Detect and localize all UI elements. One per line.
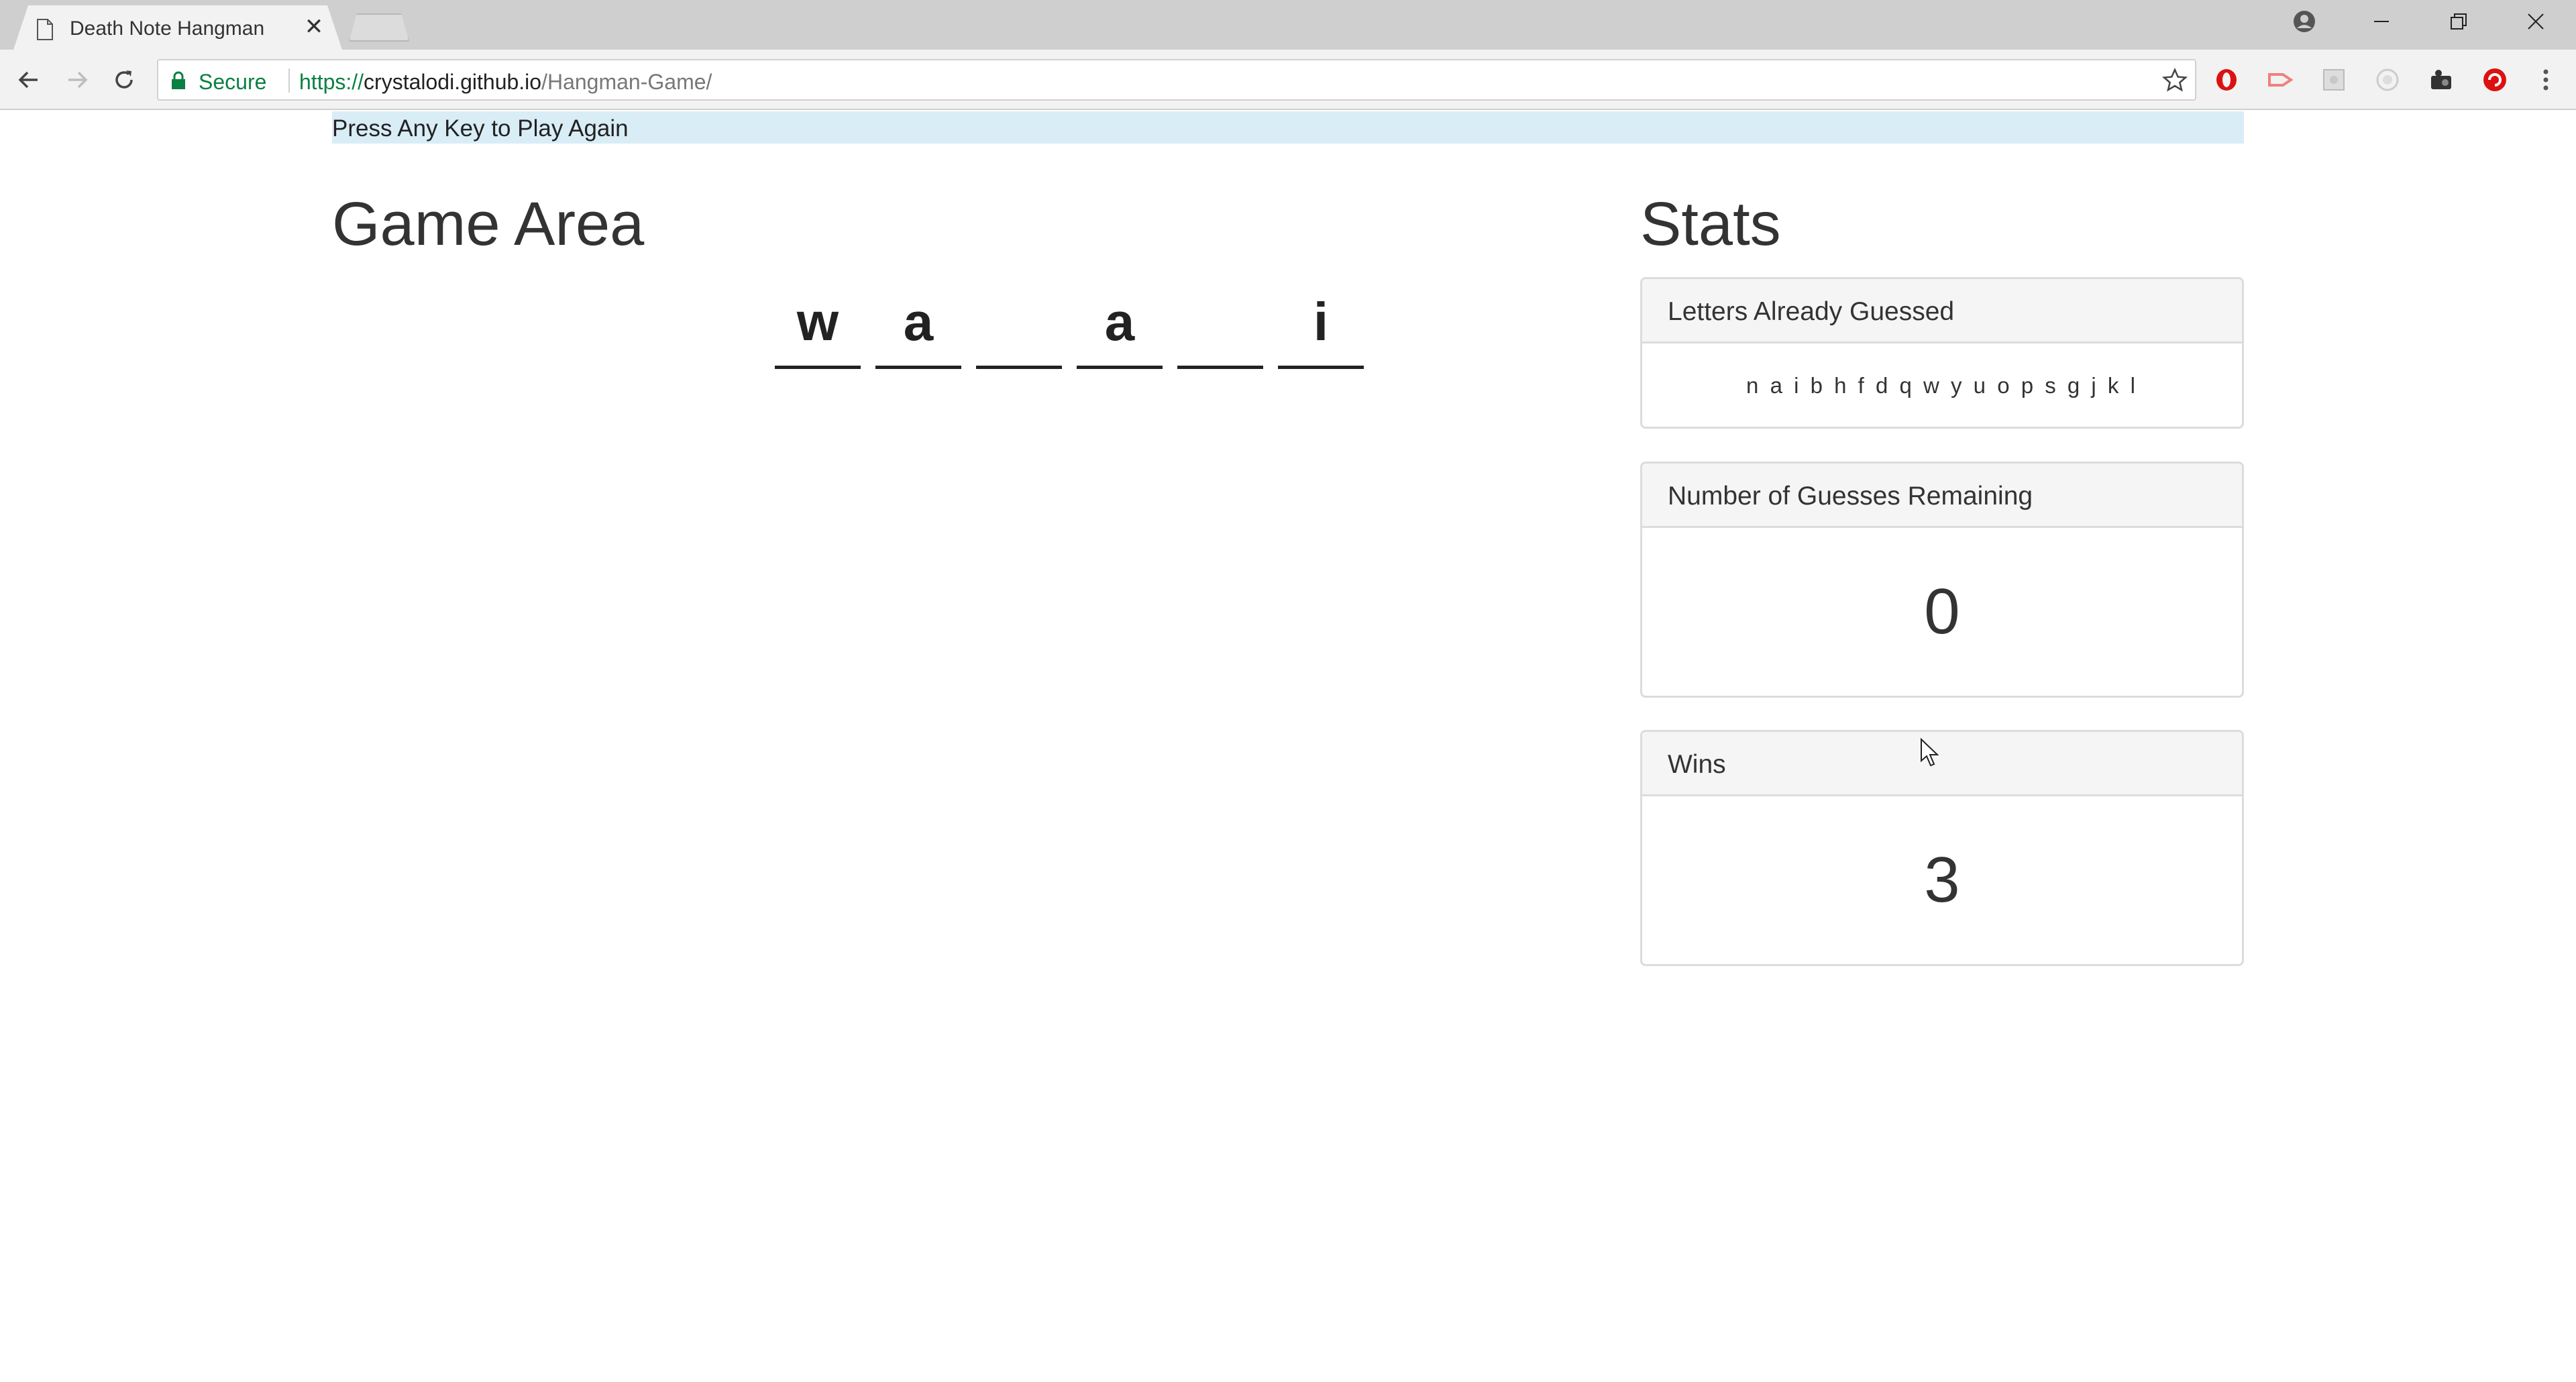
url-path: /Hangman-Game/ — [541, 70, 712, 94]
panel-body: n a i b h f d q w y u o p s g j k l — [1642, 343, 2242, 427]
panel-body: 0 — [1642, 528, 2242, 696]
opera-icon[interactable] — [2210, 63, 2243, 97]
tab-title: Death Note Hangman — [70, 17, 265, 40]
letter-slot: a — [875, 282, 961, 369]
lock-icon — [172, 71, 185, 89]
back-arrow-icon[interactable] — [13, 64, 44, 95]
game-area-heading: Game Area — [332, 190, 645, 258]
letter-slot-text: a — [903, 292, 934, 352]
forward-arrow-icon[interactable] — [62, 64, 93, 95]
letter-slot: a — [1077, 282, 1163, 369]
panel-heading: Number of Guesses Remaining — [1642, 464, 2242, 528]
letter-slot-text: w — [796, 292, 839, 352]
wins-value: 3 — [1924, 844, 1960, 916]
alert-text: Press Any Key to Play Again — [332, 115, 629, 142]
letter-slot: i — [1278, 282, 1364, 369]
restore-icon[interactable] — [2422, 0, 2496, 43]
letter-slot — [1177, 282, 1263, 369]
wins-panel: Wins 3 — [1640, 730, 2244, 966]
word-display: w a a i — [775, 282, 1365, 369]
browser-tab-bar: Death Note Hangman ✕ — [0, 0, 2576, 50]
letter-slot-text: i — [1313, 292, 1329, 352]
letter-slot — [976, 282, 1062, 369]
document-icon — [37, 19, 53, 40]
stats-heading: Stats — [1640, 190, 1781, 258]
url-host: crystalodi.github.io — [364, 70, 542, 94]
play-again-alert: Press Any Key to Play Again — [332, 111, 2244, 144]
browser-toolbar: Secure https://crystalodi.github.io/Hang… — [0, 50, 2576, 110]
panel-heading: Letters Already Guessed — [1642, 279, 2242, 343]
panel-body: 3 — [1642, 796, 2242, 964]
cast-icon[interactable] — [2263, 63, 2297, 97]
wins-title: Wins — [1668, 750, 1726, 779]
secure-label: Secure — [199, 70, 267, 94]
guesses-remaining-panel: Number of Guesses Remaining 0 — [1640, 462, 2244, 698]
window-close-icon[interactable] — [2499, 0, 2573, 43]
letter-slot: w — [775, 282, 861, 369]
guessed-letters: n a i b h f d q w y u o p s g j k l — [1746, 373, 2138, 398]
guesses-remaining-title: Number of Guesses Remaining — [1668, 482, 2033, 511]
puzzle-icon[interactable] — [2317, 63, 2351, 97]
reader-icon[interactable] — [2371, 63, 2404, 97]
tab-close-icon[interactable]: ✕ — [301, 13, 327, 40]
mouse-cursor-icon — [1921, 738, 1939, 767]
url-scheme: https:// — [299, 70, 364, 94]
letters-guessed-title: Letters Already Guessed — [1668, 297, 1955, 326]
blocker-icon[interactable] — [2478, 63, 2512, 97]
new-tab-button[interactable] — [349, 13, 409, 42]
address-divider — [288, 68, 290, 93]
menu-icon[interactable] — [2529, 63, 2563, 97]
address-bar[interactable]: Secure https://crystalodi.github.io/Hang… — [157, 59, 2196, 101]
reload-icon[interactable] — [109, 64, 140, 95]
browser-tab[interactable]: Death Note Hangman ✕ — [13, 5, 342, 50]
minimize-icon[interactable] — [2345, 0, 2418, 43]
url-text[interactable]: https://crystalodi.github.io/Hangman-Gam… — [299, 70, 712, 95]
profile-icon[interactable] — [2267, 0, 2341, 43]
bookmark-star-icon[interactable] — [2161, 67, 2188, 94]
camera-icon[interactable] — [2424, 63, 2458, 97]
panel-heading: Wins — [1642, 732, 2242, 796]
guesses-remaining-value: 0 — [1924, 576, 1960, 647]
letter-slot-text: a — [1104, 292, 1135, 352]
letters-guessed-panel: Letters Already Guessed n a i b h f d q … — [1640, 277, 2244, 429]
